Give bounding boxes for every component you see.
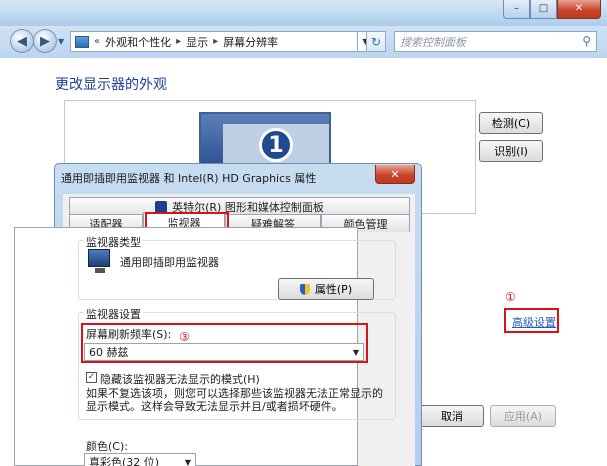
search-placeholder: 搜索控制面板: [400, 35, 466, 49]
monitor-icon: [88, 249, 110, 273]
dialog-close-button[interactable]: ✕: [375, 165, 415, 184]
search-input[interactable]: 搜索控制面板 ⚲: [394, 31, 597, 52]
shield-icon: [299, 283, 310, 295]
breadcrumb-overflow[interactable]: «: [94, 36, 100, 47]
properties-button-label: 属性(P): [314, 283, 353, 296]
monitor-type-value: 通用即插即用监视器: [120, 256, 219, 269]
search-icon[interactable]: ⚲: [582, 34, 591, 48]
forward-button[interactable]: ▶: [33, 29, 57, 53]
detect-button[interactable]: 检测(C): [479, 112, 543, 134]
window-controls: – □ ✕: [503, 0, 601, 20]
monitor-settings-label: 监视器设置: [84, 306, 143, 322]
refresh-button[interactable]: ↻: [366, 31, 386, 52]
chevron-down-icon: ▼: [184, 458, 191, 466]
breadcrumb-appearance[interactable]: 外观和个性化: [105, 34, 171, 50]
breadcrumb-display[interactable]: 显示: [186, 34, 208, 50]
hide-modes-checkbox[interactable]: ✓: [86, 372, 97, 383]
recent-pages-dropdown[interactable]: ▼: [58, 37, 64, 46]
annotation-1: ①: [505, 290, 516, 304]
back-button[interactable]: ◀: [10, 29, 34, 53]
color-depth-value: 真彩色(32 位): [89, 456, 160, 466]
properties-button[interactable]: 属性(P): [278, 278, 374, 300]
cancel-button[interactable]: 取消: [420, 405, 484, 427]
address-bar: ◀ ▶ ▼ « 外观和个性化 ▸ 显示 ▸ 屏幕分辨率 ▼ ↻ 搜索控制面板 ⚲: [0, 26, 607, 58]
tab-intel-graphics[interactable]: 英特尔(R) 图形和媒体控制面板: [69, 197, 410, 215]
highlight-refresh-rate: [81, 323, 368, 363]
page-title: 更改显示器的外观: [55, 77, 167, 93]
apply-button[interactable]: 应用(A): [490, 405, 556, 427]
monitor-number: 1: [259, 128, 293, 162]
monitor-type-label: 监视器类型: [84, 234, 143, 250]
title-bar: – □ ✕: [0, 0, 607, 28]
hide-modes-description-2: 显示模式。这样会导致无法显示并且/或者损坏硬件。: [86, 400, 343, 413]
minimize-button[interactable]: –: [503, 0, 530, 19]
chevron-right-icon: ▸: [176, 36, 182, 47]
advanced-settings-link[interactable]: 高级设置: [512, 314, 556, 330]
color-depth-select[interactable]: 真彩色(32 位) ▼: [84, 453, 196, 466]
control-panel-icon: [75, 35, 89, 48]
address-field[interactable]: « 外观和个性化 ▸ 显示 ▸ 屏幕分辨率: [70, 31, 358, 52]
maximize-button[interactable]: □: [530, 0, 557, 19]
chevron-right-icon: ▸: [213, 36, 219, 47]
identify-button[interactable]: 识别(I): [479, 140, 543, 162]
color-label: 颜色(C):: [86, 440, 128, 453]
dialog-title: 通用即插即用监视器 和 Intel(R) HD Graphics 属性: [61, 172, 317, 185]
breadcrumb-screen-resolution[interactable]: 屏幕分辨率: [223, 34, 278, 50]
close-button[interactable]: ✕: [557, 0, 601, 19]
intel-icon: [155, 200, 168, 213]
